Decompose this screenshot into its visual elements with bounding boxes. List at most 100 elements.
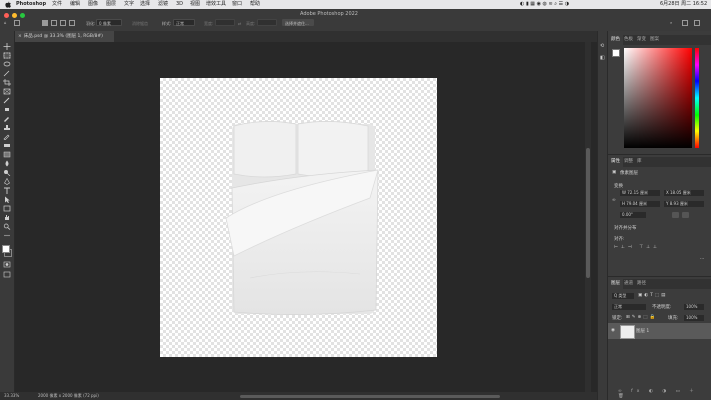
close-window-button[interactable] xyxy=(4,13,9,18)
menu-file[interactable]: 文件 xyxy=(52,0,62,9)
pen-icon[interactable] xyxy=(3,178,11,185)
adjustments-panel-icon[interactable]: ◧ xyxy=(600,55,605,61)
x-field[interactable]: X 18.05 厘米 xyxy=(664,190,704,196)
intersect-selection-icon[interactable] xyxy=(69,20,75,26)
more-options-icon[interactable]: ··· xyxy=(700,257,704,262)
blur-icon[interactable] xyxy=(3,160,11,167)
menu-3d[interactable]: 3D xyxy=(176,0,183,9)
height-input[interactable] xyxy=(257,19,277,26)
type-icon[interactable] xyxy=(3,187,11,194)
width-input[interactable] xyxy=(215,19,235,26)
tab-paths[interactable]: 路径 xyxy=(634,279,649,289)
lasso-icon[interactable] xyxy=(3,61,11,68)
history-panel-icon[interactable]: ⟲ xyxy=(600,43,604,49)
vertical-scroll-thumb[interactable] xyxy=(586,148,590,278)
home-icon[interactable]: ⌂ xyxy=(4,20,7,25)
subtract-selection-icon[interactable] xyxy=(60,20,66,26)
tab-patterns[interactable]: 图案 xyxy=(647,35,662,45)
close-tab-icon[interactable]: × xyxy=(18,34,22,39)
layer-filter-select[interactable]: Q 类型 xyxy=(612,293,634,299)
tools-panel xyxy=(0,31,15,400)
zoom-window-button[interactable] xyxy=(20,13,25,18)
eyedropper-icon[interactable] xyxy=(3,97,11,104)
color-fg-swatch[interactable] xyxy=(612,49,620,57)
brush-icon[interactable] xyxy=(3,115,11,122)
hand-icon[interactable] xyxy=(3,214,11,221)
add-selection-icon[interactable] xyxy=(51,20,57,26)
layer-filter-icons[interactable]: ▣◐T⬚▤ xyxy=(638,293,667,298)
canvas-area[interactable] xyxy=(15,42,585,392)
pixel-layer-icon: ▣ xyxy=(612,170,617,175)
height-label: 高度: xyxy=(246,21,256,26)
zoom-level[interactable]: 33.33% xyxy=(4,392,19,400)
dodge-icon[interactable] xyxy=(3,169,11,176)
move-tool-icon[interactable] xyxy=(3,43,11,50)
marquee-tool-preset-icon[interactable] xyxy=(14,20,20,26)
zoom-icon[interactable] xyxy=(3,223,11,230)
menu-help[interactable]: 帮助 xyxy=(250,0,260,9)
search-icon[interactable]: ⌕ xyxy=(670,20,672,25)
layer-row[interactable]: ◉ 图层 1 xyxy=(608,323,711,339)
gradient-icon[interactable] xyxy=(3,151,11,158)
rectangle-icon[interactable] xyxy=(3,205,11,212)
more-tools-icon[interactable] xyxy=(3,232,11,239)
workspace-icon[interactable] xyxy=(682,20,688,26)
style-select[interactable]: 正常 xyxy=(173,19,195,26)
new-selection-icon[interactable] xyxy=(42,20,48,26)
properties-panel-tabs: 属性 调整 库 xyxy=(608,157,711,167)
foreground-color-swatch[interactable] xyxy=(2,245,10,253)
panel-divider xyxy=(608,154,711,155)
menu-type[interactable]: 文字 xyxy=(124,0,134,9)
clone-stamp-icon[interactable] xyxy=(3,124,11,131)
menu-image[interactable]: 图像 xyxy=(88,0,98,9)
menu-layer[interactable]: 图层 xyxy=(106,0,116,9)
layer-name[interactable]: 图层 1 xyxy=(636,328,649,334)
feather-input[interactable]: 0 像素 xyxy=(96,19,122,26)
align-icons[interactable]: ⊢⊥⊣ ⊤⊥⊥ xyxy=(614,245,660,250)
frame-icon[interactable] xyxy=(3,88,11,95)
link-icon[interactable]: ∞ xyxy=(612,198,616,203)
height-field[interactable]: H 79.04 厘米 xyxy=(620,201,660,207)
status-icons: ◐ ▮ ▦ ◉ ◍ ≋ ⌕ ☰ ◑ xyxy=(520,1,570,7)
share-icon[interactable] xyxy=(694,20,700,26)
select-and-mask-button[interactable]: 选择并遮住... xyxy=(282,19,314,26)
flip-vertical-button[interactable] xyxy=(682,212,689,218)
lock-icons[interactable]: ⊞✎⊕⬚🔒 xyxy=(626,315,657,320)
document-tab[interactable]: × 床品.psd @ 33.3% (图层 1, RGB/8#) xyxy=(14,31,114,42)
document-canvas[interactable] xyxy=(160,78,437,357)
menu-window[interactable]: 窗口 xyxy=(232,0,242,9)
fill-input[interactable]: 100% xyxy=(684,315,704,321)
path-select-icon[interactable] xyxy=(3,196,11,203)
apple-icon[interactable] xyxy=(5,1,11,8)
color-picker-field[interactable] xyxy=(624,48,692,148)
menu-plugins[interactable]: 增效工具 xyxy=(206,0,226,9)
swap-icon[interactable]: ⇄ xyxy=(238,21,241,26)
history-brush-icon[interactable] xyxy=(3,133,11,140)
menu-edit[interactable]: 编辑 xyxy=(70,0,80,9)
blend-mode-select[interactable]: 正常 xyxy=(612,304,646,310)
healing-brush-icon[interactable] xyxy=(3,106,11,113)
y-field[interactable]: Y 8.93 厘米 xyxy=(664,201,704,207)
eye-icon[interactable]: ◉ xyxy=(611,328,615,333)
opacity-input[interactable]: 100% xyxy=(684,304,704,310)
minimize-window-button[interactable] xyxy=(12,13,17,18)
layer-footer-icons[interactable]: ∞ fx ◐ ◑ ▭ ＋ 🗑 xyxy=(618,388,711,399)
angle-field[interactable]: 0.00° xyxy=(620,212,646,218)
horizontal-scroll-thumb[interactable] xyxy=(240,395,500,398)
menu-app-photoshop[interactable]: Photoshop xyxy=(16,0,46,9)
quick-select-icon[interactable] xyxy=(3,70,11,77)
menu-filter[interactable]: 滤镜 xyxy=(158,0,168,9)
menu-view[interactable]: 视图 xyxy=(190,0,200,9)
rectangular-marquee-icon[interactable] xyxy=(3,52,11,59)
width-field[interactable]: W 72.15 厘米 xyxy=(620,190,660,196)
antialias-checkbox[interactable]: 消除锯齿 xyxy=(132,21,148,27)
eraser-icon[interactable] xyxy=(3,142,11,149)
tab-libraries[interactable]: 库 xyxy=(634,157,645,167)
flip-horizontal-button[interactable] xyxy=(672,212,679,218)
menu-select[interactable]: 选择 xyxy=(140,0,150,9)
hue-slider[interactable] xyxy=(695,48,699,148)
screen-mode-icon[interactable] xyxy=(3,271,11,278)
crop-icon[interactable] xyxy=(3,79,11,86)
quick-mask-icon[interactable] xyxy=(3,261,11,268)
bed-image xyxy=(225,121,379,315)
